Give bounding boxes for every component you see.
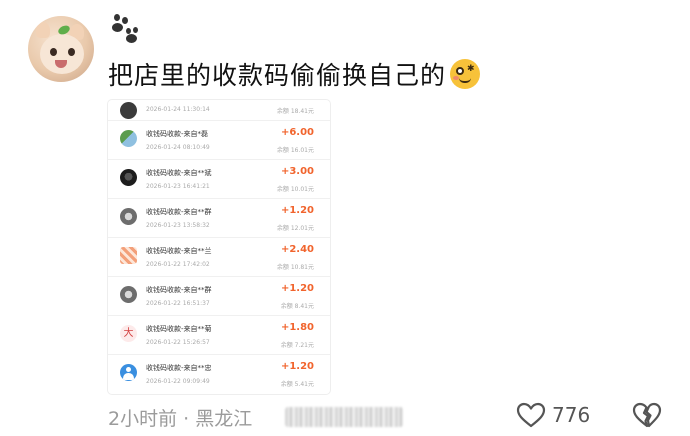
user-avatar[interactable]	[28, 16, 94, 82]
transaction-balance: 余额 16.01元	[276, 147, 314, 154]
like-count: 776	[552, 403, 591, 427]
transaction-amount: +1.80	[280, 322, 314, 333]
avatar-cat-face	[40, 34, 84, 74]
transaction-balance: 余额 12.01元	[276, 225, 314, 232]
transaction-amount: +3.00	[280, 166, 314, 177]
transaction-time: 2026-01-24 08:10:49	[146, 144, 210, 151]
dark-dog-avatar-icon	[120, 169, 137, 186]
dark-avatar-icon	[120, 102, 137, 119]
red-character-avatar-icon: 大	[120, 325, 137, 342]
transaction-title: 收钱码收款-来自**群	[146, 208, 212, 216]
transaction-amount: +1.20	[280, 361, 314, 372]
transaction-title: 收钱码收款-来自**兰	[146, 247, 212, 255]
transaction-row: 收钱码收款-来自**群 2026-01-23 13:58:32 +1.20 余额…	[108, 199, 330, 238]
transaction-time: 2026-01-23 16:41:21	[146, 183, 210, 190]
transaction-row: 收钱码收款-来自**兰 2026-01-22 17:42:02 +2.40 余额…	[108, 238, 330, 277]
transaction-time: 2026-01-22 09:09:49	[146, 378, 210, 385]
avatar-cat-ear-left	[36, 22, 50, 38]
post-text-content: 把店里的收款码偷偷换自己的	[108, 61, 447, 90]
transaction-time: 2026-01-23 13:58:32	[146, 222, 210, 229]
broken-heart-dislike-icon[interactable]	[632, 402, 662, 428]
transaction-title: 收钱码收款-来自**斌	[146, 169, 212, 177]
transaction-balance: 余额 18.41元	[276, 108, 314, 115]
transaction-balance: 余额 10.01元	[276, 186, 314, 193]
transaction-row: 收钱码收款-来自**忠 2026-01-22 09:09:49 +1.20 余额…	[108, 355, 330, 394]
transaction-title: 收钱码收款-来自**菊	[146, 325, 212, 333]
transaction-balance: 余额 5.41元	[280, 381, 314, 388]
transaction-amount: +6.00	[280, 127, 314, 138]
transaction-row: 收钱码收款-来自**群 2026-01-22 16:51:37 +1.20 余额…	[108, 277, 330, 316]
transaction-amount: +2.40	[280, 244, 314, 255]
avatar-eye-right	[68, 48, 75, 56]
transaction-row: 收钱码收款-来自**斌 2026-01-23 16:41:21 +3.00 余额…	[108, 160, 330, 199]
transaction-balance: 余额 8.41元	[280, 303, 314, 310]
post-meta-time-location: 2小时前 · 黑龙江	[108, 408, 253, 430]
transaction-time: 2026-01-24 11:30:14	[146, 106, 210, 113]
default-user-avatar-icon	[120, 364, 137, 381]
avatar-eye-left	[50, 48, 57, 56]
orange-pattern-avatar-icon	[120, 247, 137, 264]
transaction-amount: +1.20	[280, 205, 314, 216]
paw-prints-icon	[110, 14, 140, 44]
post-text: 把店里的收款码偷偷换自己的 ✱	[108, 56, 481, 92]
transaction-time: 2026-01-22 15:26:57	[146, 339, 210, 346]
transaction-title: 收钱码收款-来自**忠	[146, 364, 212, 372]
gray-dog-avatar-icon	[120, 208, 137, 225]
woozy-face-emoji-icon: ✱	[450, 59, 481, 89]
heart-like-icon[interactable]	[516, 402, 546, 428]
blurred-username	[285, 407, 403, 427]
transaction-row: 2026-01-24 11:30:14 余额 18.41元	[108, 100, 330, 121]
transaction-title: 收钱码收款-来自*磊	[146, 130, 209, 138]
payment-records-screenshot[interactable]: 2026-01-24 11:30:14 余额 18.41元 收钱码收款-来自*磊…	[108, 100, 330, 394]
transaction-amount: +1.20	[280, 283, 314, 294]
transaction-time: 2026-01-22 17:42:02	[146, 261, 210, 268]
transaction-balance: 余额 10.81元	[276, 264, 314, 271]
gray-dog-avatar-icon	[120, 286, 137, 303]
transaction-row: 大 收钱码收款-来自**菊 2026-01-22 15:26:57 +1.80 …	[108, 316, 330, 355]
transaction-balance: 余额 7.21元	[280, 342, 314, 349]
transaction-time: 2026-01-22 16:51:37	[146, 300, 210, 307]
transaction-title: 收钱码收款-来自**群	[146, 286, 212, 294]
transaction-row: 收钱码收款-来自*磊 2026-01-24 08:10:49 +6.00 余额 …	[108, 121, 330, 160]
landscape-avatar-icon	[120, 130, 137, 147]
